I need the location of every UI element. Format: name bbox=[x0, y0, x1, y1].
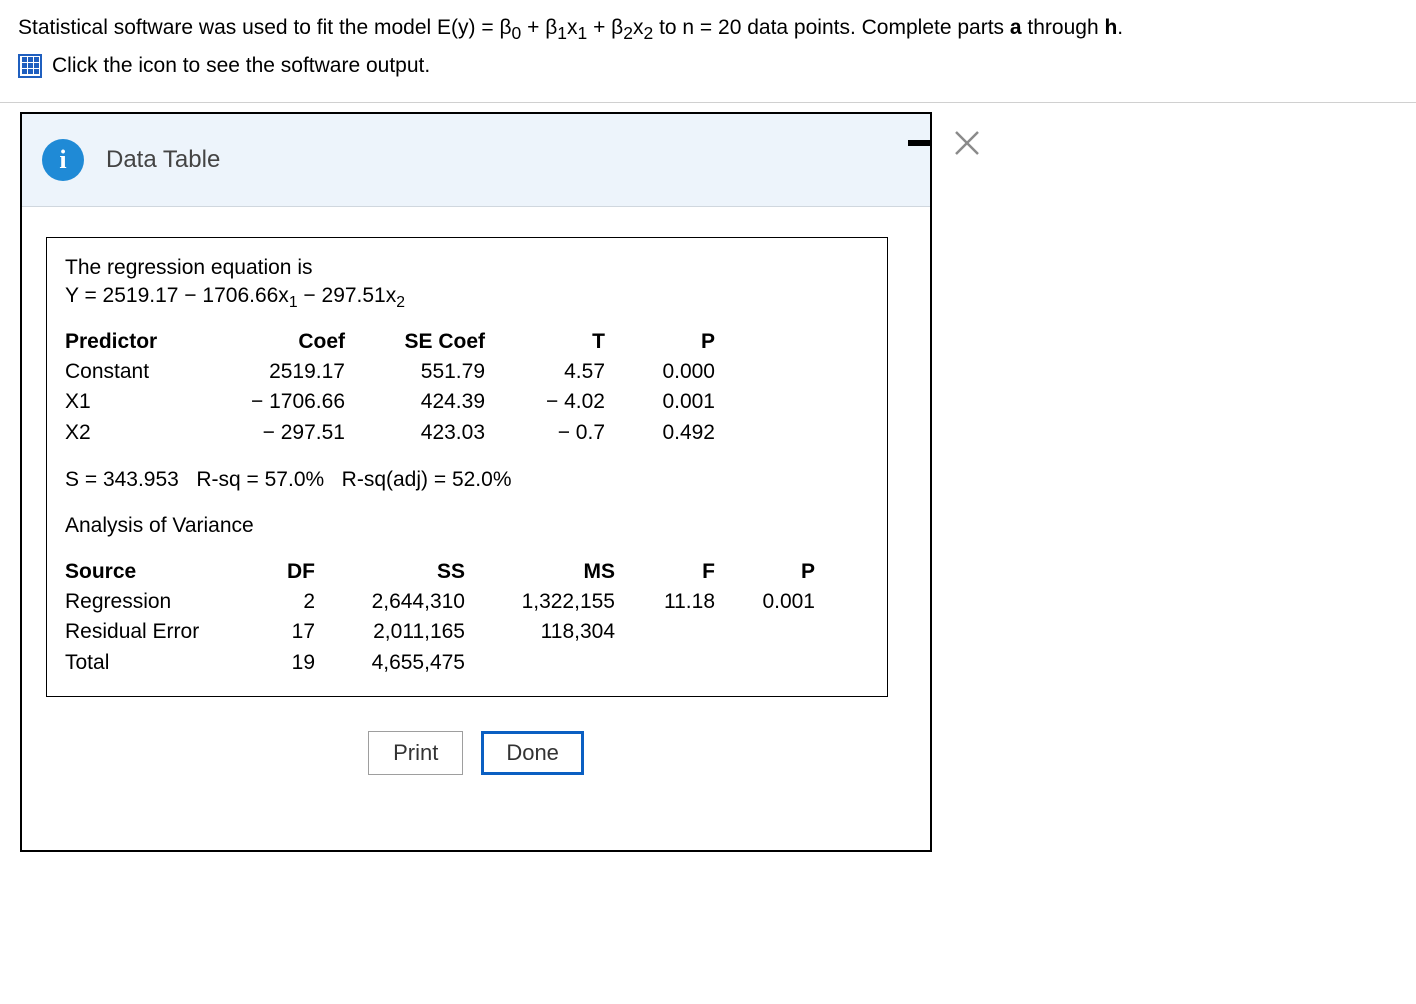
horizontal-divider bbox=[0, 102, 1416, 103]
minimize-icon[interactable] bbox=[908, 140, 932, 146]
software-output-box: The regression equation is Y = 2519.17 −… bbox=[46, 237, 888, 697]
col-ms: MS bbox=[465, 557, 615, 587]
question-text: Statistical software was used to fit the… bbox=[18, 14, 1398, 46]
table-row: X1 − 1706.66 424.39 − 4.02 0.001 bbox=[65, 387, 715, 417]
table-icon[interactable] bbox=[18, 54, 42, 78]
predictor-table: Predictor Coef SE Coef T P Constant 2519… bbox=[65, 327, 715, 448]
col-p2: P bbox=[715, 557, 815, 587]
data-table-dialog: i Data Table The regression equation is … bbox=[20, 112, 932, 852]
col-coef: Coef bbox=[215, 327, 345, 357]
table-row: Residual Error 17 2,011,165 118,304 bbox=[65, 617, 815, 647]
table-row: X2 − 297.51 423.03 − 0.7 0.492 bbox=[65, 418, 715, 448]
print-button[interactable]: Print bbox=[368, 731, 463, 775]
table-row: Regression 2 2,644,310 1,322,155 11.18 0… bbox=[65, 587, 815, 617]
info-icon: i bbox=[42, 139, 84, 181]
table-row: Constant 2519.17 551.79 4.57 0.000 bbox=[65, 357, 715, 387]
icon-link-text[interactable]: Click the icon to see the software outpu… bbox=[52, 52, 430, 80]
col-predictor: Predictor bbox=[65, 327, 215, 357]
col-f: F bbox=[615, 557, 715, 587]
predictor-header-row: Predictor Coef SE Coef T P bbox=[65, 327, 715, 357]
regression-equation-label: The regression equation is bbox=[65, 254, 869, 282]
col-t: T bbox=[485, 327, 605, 357]
table-icon-grid bbox=[22, 57, 39, 74]
anova-table: Source DF SS MS F P Regression 2 2,644,3… bbox=[65, 557, 815, 678]
col-p: P bbox=[605, 327, 715, 357]
col-ss: SS bbox=[315, 557, 465, 587]
col-source: Source bbox=[65, 557, 235, 587]
anova-header-row: Source DF SS MS F P bbox=[65, 557, 815, 587]
regression-equation: Y = 2519.17 − 1706.66x1 − 297.51x2 bbox=[65, 282, 869, 310]
done-button[interactable]: Done bbox=[481, 731, 584, 775]
stats-line: S = 343.953 R-sq = 57.0% R-sq(adj) = 52.… bbox=[65, 466, 869, 494]
table-row: Total 19 4,655,475 bbox=[65, 648, 815, 678]
dialog-header: i Data Table bbox=[22, 114, 930, 207]
anova-title: Analysis of Variance bbox=[65, 512, 869, 540]
dialog-title: Data Table bbox=[106, 144, 220, 176]
col-df: DF bbox=[235, 557, 315, 587]
close-icon[interactable] bbox=[952, 128, 982, 158]
col-se-coef: SE Coef bbox=[345, 327, 485, 357]
